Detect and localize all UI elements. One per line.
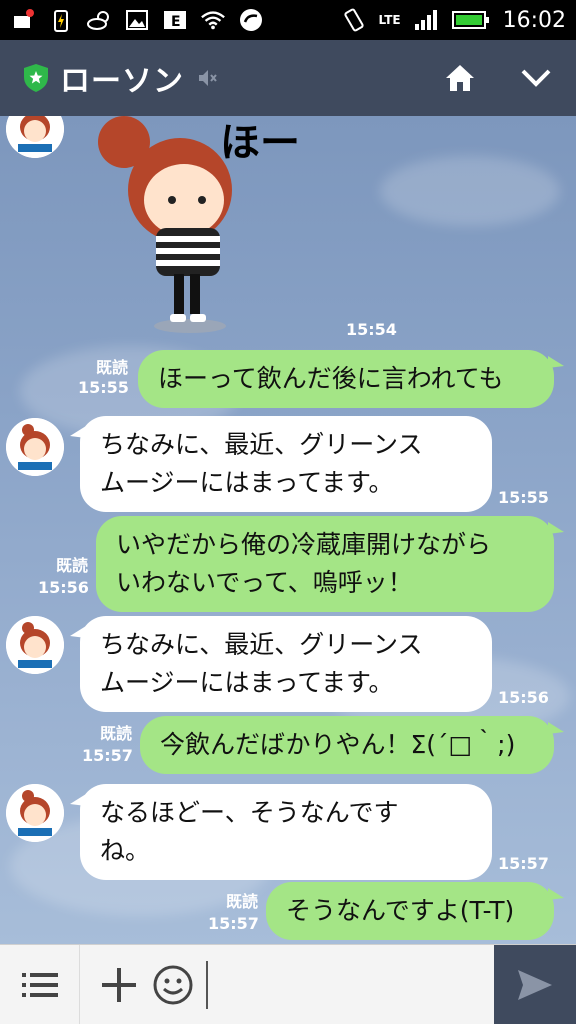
plus-icon: [102, 967, 136, 1002]
lawson-avatar-icon: [6, 616, 64, 674]
message-input-bar: [0, 944, 576, 1024]
lawson-avatar-icon: [6, 116, 64, 158]
timestamp: 15:56: [498, 688, 549, 707]
status-bar: E LTE 16:02: [0, 0, 576, 40]
timestamp: 15:56: [38, 578, 89, 597]
smiley-icon: [153, 965, 193, 1004]
wifi-icon: [200, 7, 226, 33]
lawson-avatar-icon: [6, 418, 64, 476]
message-text: いやだから俺の冷蔵庫開けながら: [116, 530, 492, 559]
sticker-button[interactable]: [150, 962, 196, 1008]
official-shield-icon: [22, 63, 50, 93]
signal-icon: [413, 7, 439, 33]
send-button[interactable]: [494, 945, 576, 1024]
lawson-avatar-icon: [6, 784, 64, 842]
read-receipt: 既読: [99, 724, 132, 743]
message-text: そうなんですよ(T-T): [286, 896, 515, 925]
message-bubble-outgoing[interactable]: ほーって飲んだ後に言われても: [138, 350, 564, 408]
avatar[interactable]: [6, 116, 64, 158]
message-text: ちなみに、最近、グリーンス: [100, 630, 423, 659]
message-text: ムージーにはまってます。: [100, 468, 394, 497]
message-text: いわないでって、嗚呼ッ！: [116, 568, 413, 597]
avatar[interactable]: [6, 616, 64, 674]
weather-icon: [86, 7, 112, 33]
sync-icon: [238, 7, 264, 33]
menu-button[interactable]: [0, 944, 80, 1024]
mute-icon: [196, 67, 218, 89]
message-bubble-incoming[interactable]: なるほどー、そうなんです ね。: [70, 784, 492, 880]
menu-expand-button[interactable]: [518, 60, 554, 96]
rotate-icon: [341, 7, 367, 33]
message-bubble-outgoing[interactable]: そうなんですよ(T-T): [266, 882, 564, 940]
timestamp: 15:57: [208, 914, 259, 933]
timestamp: 15:55: [498, 488, 549, 507]
chevron-down-icon: [521, 69, 551, 87]
gallery-icon: [124, 7, 150, 33]
read-receipt: 既読: [95, 358, 128, 377]
message-bubble-incoming[interactable]: ちなみに、最近、グリーンス ムージーにはまってます。: [70, 616, 492, 712]
home-icon: [446, 65, 474, 91]
sticker[interactable]: ほー: [96, 116, 326, 336]
read-receipt: 既読: [225, 892, 258, 911]
message-text: ほーって飲んだ後に言われても: [158, 364, 504, 393]
chat-header: ローソン: [0, 40, 576, 116]
timestamp: 15:57: [498, 854, 549, 873]
list-icon: [21, 972, 58, 997]
chat-area[interactable]: ほー 15:54 既読 15:55 ほーって飲んだ後に言われても ちなみに、最近…: [0, 116, 576, 944]
message-text: ちなみに、最近、グリーンス: [100, 430, 423, 459]
avatar[interactable]: [6, 418, 64, 476]
svg-text:E: E: [171, 14, 181, 30]
battery-icon: [451, 7, 491, 33]
read-receipt: 既読: [55, 556, 88, 575]
timestamp: 15:55: [78, 378, 129, 397]
message-text: ね。: [100, 836, 151, 865]
add-attachment-button[interactable]: [96, 962, 142, 1008]
message-bubble-outgoing[interactable]: いやだから俺の冷蔵庫開けながら いわないでって、嗚呼ッ！: [96, 516, 564, 612]
message-text: なるほどー、そうなんです: [100, 798, 399, 827]
message-text: ムージーにはまってます。: [100, 668, 394, 697]
app-e-icon: E: [162, 7, 188, 33]
message-input[interactable]: [206, 960, 486, 1009]
network-type: LTE: [378, 13, 401, 27]
timestamp: 15:57: [82, 746, 133, 765]
home-button[interactable]: [442, 60, 478, 96]
timestamp: 15:54: [346, 320, 397, 339]
avatar[interactable]: [6, 784, 64, 842]
send-icon: [518, 970, 552, 1000]
message-bubble-incoming[interactable]: ちなみに、最近、グリーンス ムージーにはまってます。: [70, 416, 492, 512]
battery-charging-icon: [48, 7, 74, 33]
clock: 16:02: [502, 7, 566, 33]
chat-title: ローソン: [60, 64, 184, 99]
sticker-text: ほー: [220, 120, 300, 166]
message-text: 今飲んだばかりやん！Σ(´□｀;): [160, 730, 516, 759]
message-bubble-outgoing[interactable]: 今飲んだばかりやん！Σ(´□｀;): [140, 716, 564, 774]
notification-icon: [10, 7, 36, 33]
